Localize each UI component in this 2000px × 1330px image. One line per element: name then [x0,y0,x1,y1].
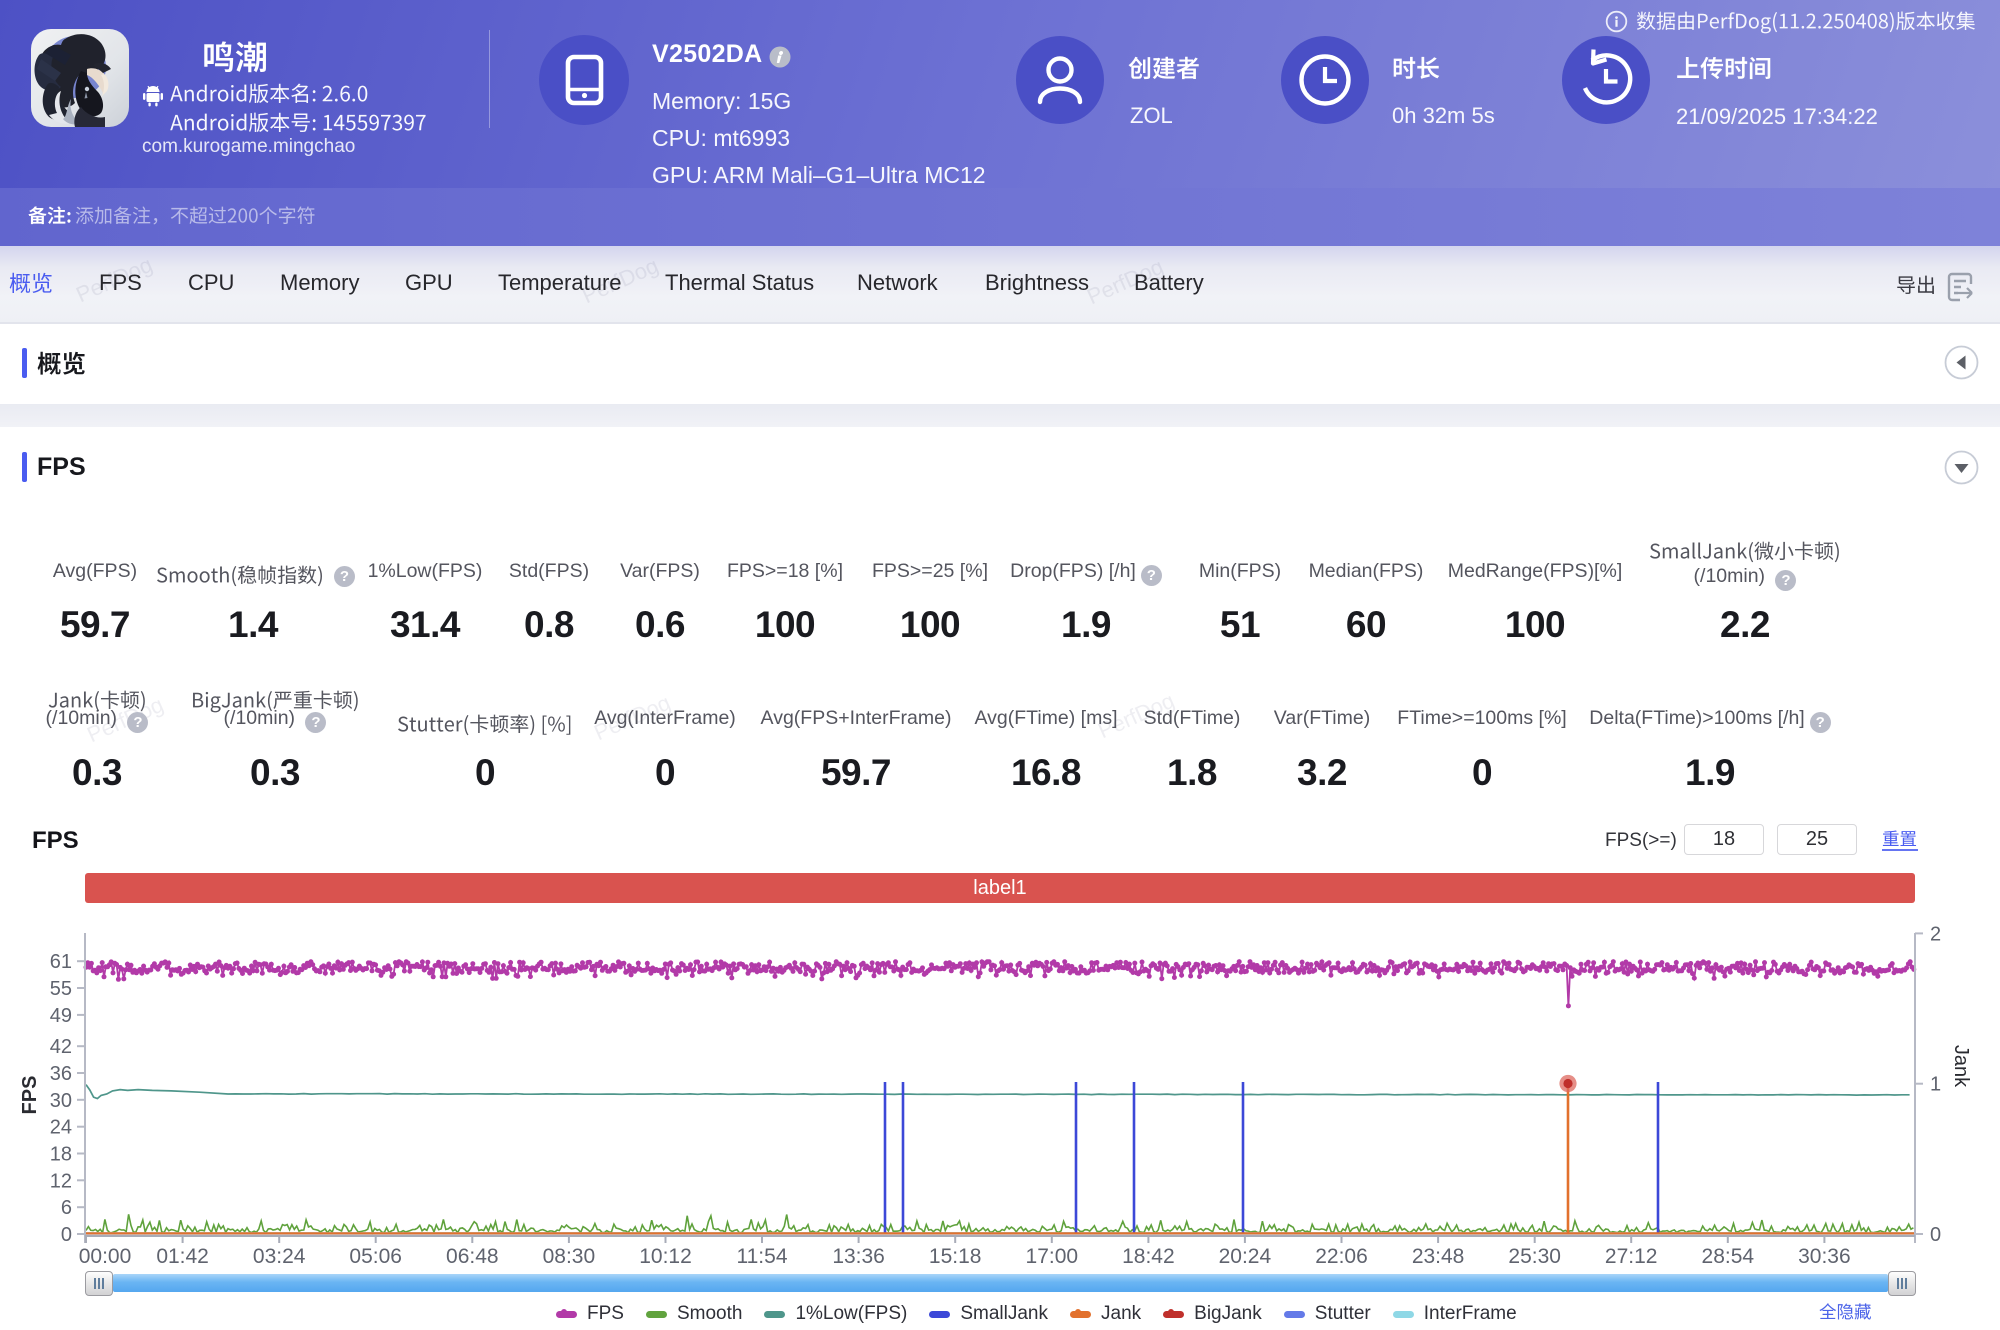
svg-text:61: 61 [50,951,72,973]
svg-text:11:54: 11:54 [737,1245,788,1268]
svg-text:05:06: 05:06 [349,1245,402,1268]
svg-text:6: 6 [61,1197,72,1219]
svg-text:0: 0 [61,1224,72,1246]
svg-text:0: 0 [1930,1224,1941,1246]
svg-text:20:24: 20:24 [1219,1245,1272,1268]
svg-text:30: 30 [50,1090,72,1112]
svg-text:17:00: 17:00 [1026,1245,1079,1268]
svg-text:Jank: Jank [1950,1045,1972,1088]
svg-text:15:18: 15:18 [929,1245,982,1268]
svg-text:1: 1 [1930,1074,1941,1096]
svg-text:03:24: 03:24 [253,1245,306,1268]
svg-text:25:30: 25:30 [1508,1245,1561,1268]
svg-text:28:54: 28:54 [1702,1245,1755,1268]
svg-text:08:30: 08:30 [543,1245,596,1268]
svg-text:00:00: 00:00 [79,1245,132,1268]
svg-text:01:42: 01:42 [156,1245,209,1268]
svg-text:42: 42 [50,1036,72,1058]
svg-text:23:48: 23:48 [1412,1245,1465,1268]
svg-text:06:48: 06:48 [446,1245,499,1268]
svg-text:18:42: 18:42 [1122,1245,1175,1268]
svg-text:55: 55 [50,978,72,1000]
svg-text:2: 2 [1930,923,1941,945]
svg-text:27:12: 27:12 [1605,1245,1658,1268]
svg-text:30:36: 30:36 [1798,1245,1851,1268]
svg-text:13:36: 13:36 [832,1245,885,1268]
svg-text:FPS: FPS [19,1076,41,1115]
svg-text:10:12: 10:12 [639,1245,692,1268]
svg-text:49: 49 [50,1005,72,1027]
svg-text:22:06: 22:06 [1315,1245,1368,1268]
svg-text:24: 24 [50,1117,72,1139]
svg-text:12: 12 [50,1170,72,1192]
svg-text:18: 18 [50,1144,72,1166]
svg-text:36: 36 [50,1063,72,1085]
